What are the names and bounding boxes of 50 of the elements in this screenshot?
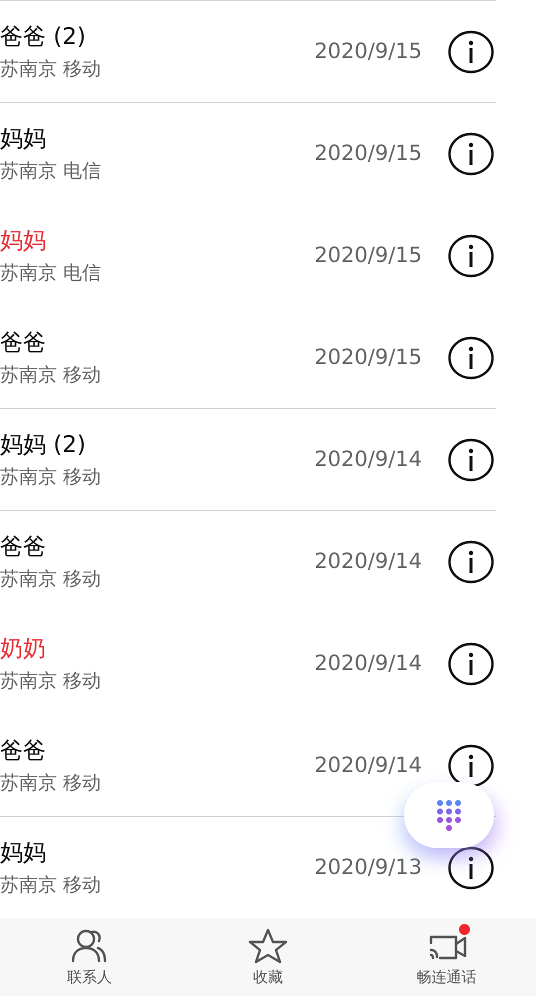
call-location: 苏南京 移动 [0,56,102,80]
info-icon[interactable] [448,30,494,74]
call-location: 苏南京 移动 [0,872,102,896]
call-location: 苏南京 移动 [0,464,102,488]
info-icon[interactable] [448,540,494,584]
call-date: 2020/9/15 [314,140,422,167]
star-icon [246,927,289,965]
call-date: 2020/9/15 [314,242,422,269]
contact-name: 妈妈 [0,124,47,152]
call-date: 2020/9/14 [314,446,422,473]
call-date: 2020/9/15 [314,344,422,371]
call-date: 2020/9/15 [314,38,422,65]
info-icon[interactable] [448,438,494,482]
contact-name: 爸爸 [0,736,47,764]
call-log-row[interactable]: 爸爸 苏南京 移动 2020/9/14 [0,714,496,816]
dialpad-button[interactable] [404,782,494,848]
contact-name: 爸爸 (2) [0,22,87,50]
call-date: 2020/9/13 [314,854,422,881]
contact-name: 爸爸 [0,328,47,356]
call-log-row[interactable]: 爸爸 苏南京 移动 2020/9/15 [0,306,496,408]
contact-name: 妈妈 [0,226,47,254]
nav-tab[interactable]: 收藏 [178,918,358,996]
call-location: 苏南京 移动 [0,566,102,590]
call-location: 苏南京 移动 [0,770,102,794]
call-location: 苏南京 移动 [0,668,102,692]
call-log-row[interactable]: 爸爸 (2) 苏南京 移动 2020/9/15 [0,0,496,102]
call-date: 2020/9/14 [314,650,422,677]
contact-name: 奶奶 [0,634,47,662]
info-icon[interactable] [448,744,494,788]
contact-name: 爸爸 [0,532,47,560]
call-log-row[interactable]: 爸爸 苏南京 移动 2020/9/14 [0,510,496,612]
nav-tab[interactable]: 畅连通话 [357,918,536,996]
info-icon[interactable] [448,642,494,686]
call-log-row[interactable]: 奶奶 苏南京 移动 2020/9/14 [0,612,496,714]
info-icon[interactable] [448,336,494,380]
contact-name: 妈妈 [0,838,47,866]
nav-tab[interactable]: 联系人 [0,918,179,996]
dialpad-icon [436,799,462,831]
info-icon[interactable] [448,846,494,890]
info-icon[interactable] [448,132,494,176]
call-location: 苏南京 移动 [0,362,102,386]
info-icon[interactable] [448,234,494,278]
call-date: 2020/9/14 [314,548,422,575]
call-location: 苏南京 电信 [0,158,102,182]
call-log-row[interactable]: 妈妈 苏南京 电信 2020/9/15 [0,102,496,204]
call-log-row[interactable]: 妈妈 苏南京 电信 2020/9/15 [0,204,496,306]
call-log-row[interactable]: 妈妈 (2) 苏南京 移动 2020/9/14 [0,408,496,510]
call-location: 苏南京 电信 [0,260,102,284]
contact-name: 妈妈 (2) [0,430,87,458]
call-date: 2020/9/14 [314,752,422,779]
